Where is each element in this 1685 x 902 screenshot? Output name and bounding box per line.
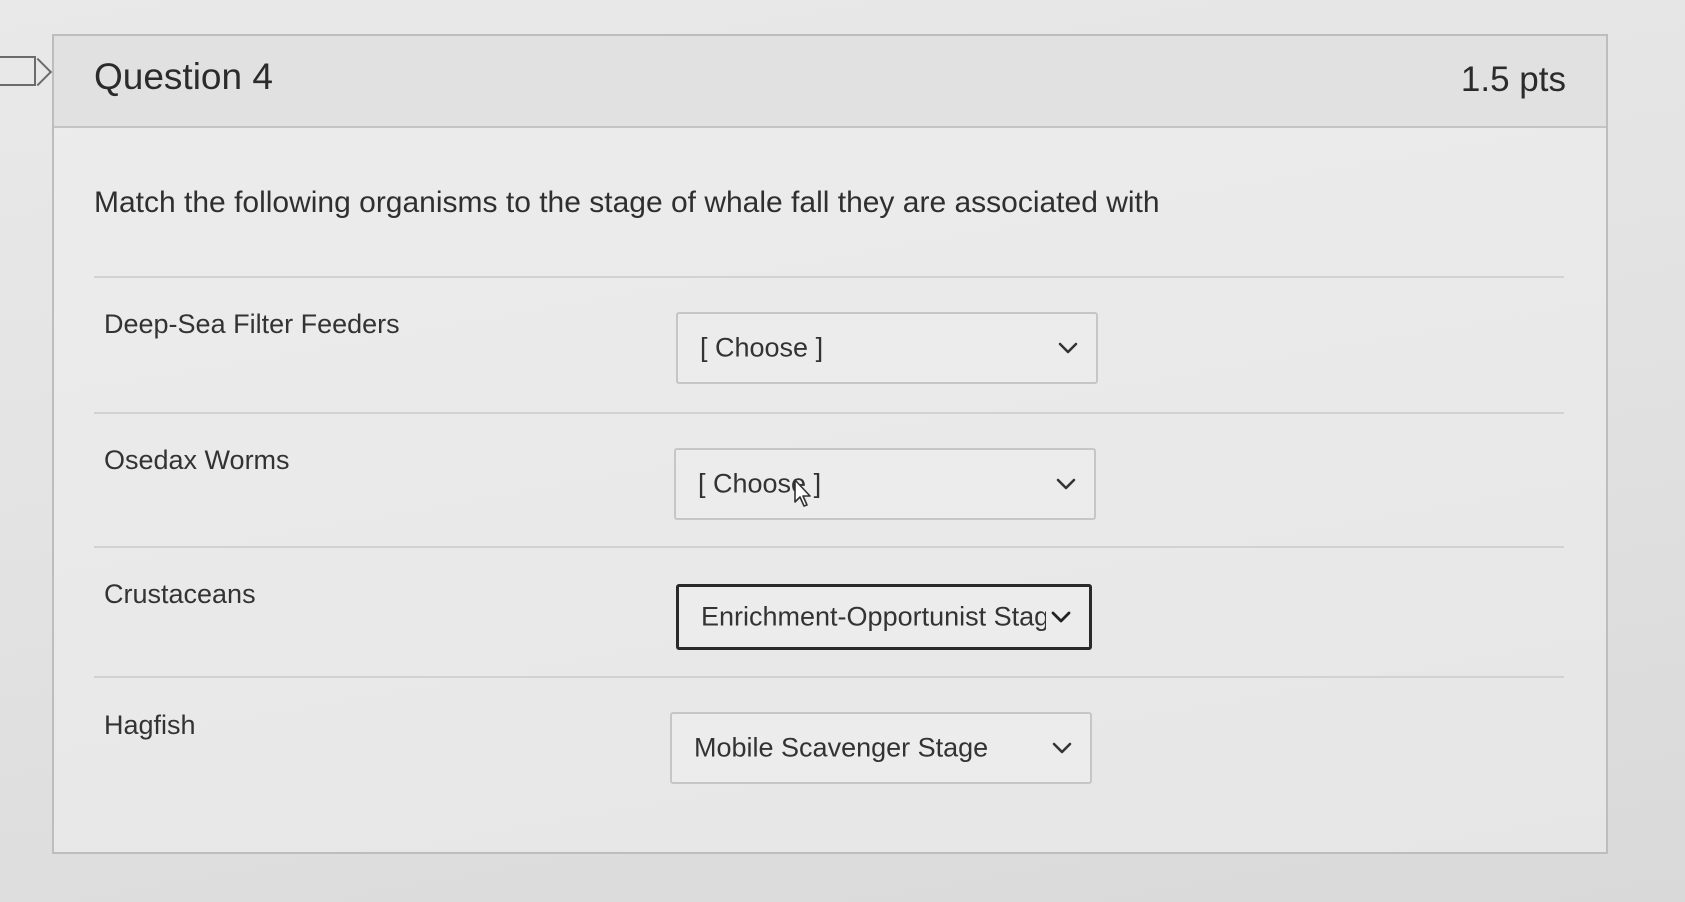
flag-question-icon[interactable] <box>0 56 36 86</box>
select-filter-feeders[interactable]: [ Choose ] <box>676 312 1098 384</box>
screen-background: Question 4 1.5 pts Match the following o… <box>0 0 1685 902</box>
chevron-down-icon <box>1051 611 1071 623</box>
answer-label-hagfish: Hagfish <box>104 710 196 740</box>
chevron-down-icon <box>1058 342 1078 354</box>
select-osedax-worms[interactable]: [ Choose ] <box>674 448 1096 520</box>
divider <box>94 276 1564 278</box>
chevron-down-icon <box>1052 742 1072 754</box>
question-text: Match the following organisms to the sta… <box>94 186 1160 219</box>
question-header: Question 4 1.5 pts <box>54 36 1606 128</box>
select-crustaceans[interactable]: Enrichment-Opportunist Stag <box>676 584 1092 650</box>
divider <box>94 676 1564 678</box>
question-card: Question 4 1.5 pts Match the following o… <box>52 34 1608 854</box>
answer-label-osedax-worms: Osedax Worms <box>104 445 290 475</box>
select-value: Enrichment-Opportunist Stag <box>701 601 1046 632</box>
question-points: 1.5 pts <box>1460 60 1566 99</box>
mouse-pointer-icon <box>794 479 811 507</box>
divider <box>94 412 1564 414</box>
divider <box>94 546 1564 548</box>
answer-label-crustaceans: Crustaceans <box>104 579 256 609</box>
question-title: Question 4 <box>94 56 273 97</box>
answer-label-filter-feeders: Deep-Sea Filter Feeders <box>104 309 400 339</box>
select-hagfish[interactable]: Mobile Scavenger Stage <box>670 712 1092 784</box>
chevron-down-icon <box>1056 478 1076 490</box>
select-value: [ Choose ] <box>700 332 824 363</box>
select-value: Mobile Scavenger Stage <box>694 732 989 763</box>
